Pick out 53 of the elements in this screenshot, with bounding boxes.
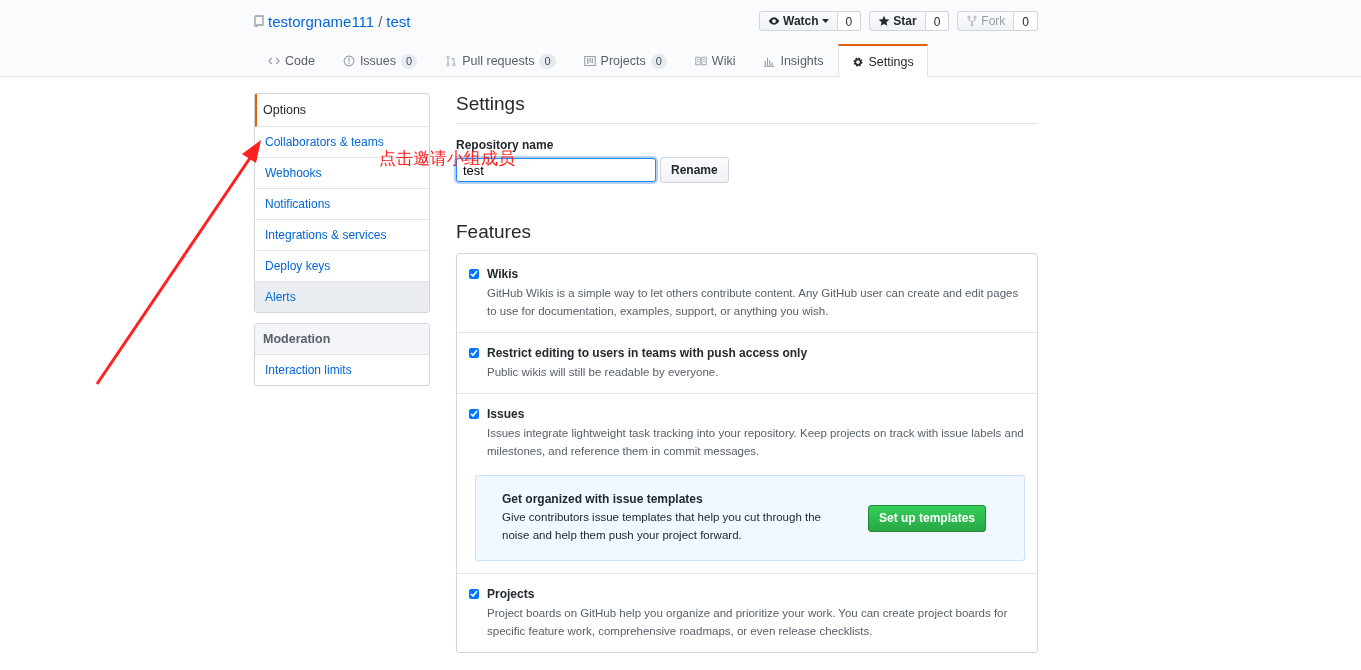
- repository-icon: [254, 14, 264, 28]
- feature-title: Issues: [487, 407, 526, 421]
- exclamation-circle-icon: [342, 55, 355, 67]
- tab-counter: 0: [401, 53, 418, 69]
- tab-counter: 0: [650, 53, 667, 69]
- board-icon: [583, 55, 596, 67]
- book-icon: [694, 55, 707, 67]
- menu-item[interactable]: Notifications: [255, 189, 429, 220]
- feature-checkbox[interactable]: [469, 269, 479, 279]
- menu-item[interactable]: Alerts: [255, 282, 429, 312]
- gear-icon: [851, 55, 864, 68]
- code-icon: [268, 55, 280, 67]
- feature-title: Wikis: [487, 267, 520, 281]
- pull-request-icon: [445, 55, 458, 67]
- repository-tab[interactable]: Settings: [837, 44, 928, 77]
- repository-tab[interactable]: Pull requests 0: [431, 44, 570, 77]
- feature-description: Project boards on GitHub help you organize and prioritize your work. You can create project boards for specific feature work, comprehensive roadmaps, or even release checklists.: [487, 606, 1009, 639]
- feature-description: GitHub Wikis is a simple way to let others contribute content. Any GitHub user can create and edit pages to use for documentation, examples, support, or anything you wish.: [487, 286, 1020, 319]
- menu-item[interactable]: Options: [255, 94, 429, 127]
- repository-tab[interactable]: Projects 0: [569, 44, 681, 77]
- path-separator: /: [378, 12, 383, 30]
- field-label: Repository name: [456, 138, 555, 152]
- watch-button[interactable]: Watch: [759, 11, 838, 31]
- feature-description: Issues integrate lightweight task tracking into your repository. Keep projects on track with issue labels and milestones, and reference them in commit messages.: [487, 426, 1025, 459]
- star-count[interactable]: 0: [925, 11, 950, 31]
- feature-title: Restrict editing to users in teams with push access only: [487, 346, 809, 360]
- page-heading: Settings: [456, 93, 1038, 124]
- watch-count[interactable]: 0: [837, 11, 862, 31]
- section-heading: Features: [456, 221, 532, 243]
- tab-counter: 0: [539, 53, 556, 69]
- repository-tab[interactable]: Insights: [749, 44, 838, 77]
- feature-checkbox[interactable]: [469, 348, 479, 358]
- feature-description: Public wikis will still be readable by everyone.: [487, 365, 720, 380]
- caret-icon: [821, 19, 829, 23]
- feature-checkbox[interactable]: [469, 589, 479, 599]
- star-button[interactable]: Star: [869, 11, 926, 31]
- menu-item[interactable]: Integrations & services: [255, 220, 429, 251]
- info-title: Get organized with issue templates: [502, 492, 704, 506]
- menu-item[interactable]: Interaction limits: [255, 355, 429, 385]
- rename-button[interactable]: Rename: [660, 157, 729, 183]
- eye-icon: [768, 15, 781, 27]
- star-icon: [878, 15, 891, 27]
- repository-tab[interactable]: Code: [254, 44, 329, 77]
- bar-graph-icon: [763, 55, 776, 67]
- info-text: Give contributors issue templates that help you cut through the noise and help them push your project forward.: [502, 510, 822, 543]
- repository-tab[interactable]: Issues 0: [328, 44, 432, 77]
- feature-title: Projects: [487, 587, 536, 601]
- fork-icon: [966, 15, 979, 27]
- menu-heading: Moderation: [255, 324, 429, 355]
- repository-link[interactable]: test: [386, 12, 411, 30]
- feature-checkbox[interactable]: [469, 409, 479, 419]
- owner-link[interactable]: testorgname111: [268, 12, 375, 30]
- repository-tab[interactable]: Wiki: [680, 44, 750, 77]
